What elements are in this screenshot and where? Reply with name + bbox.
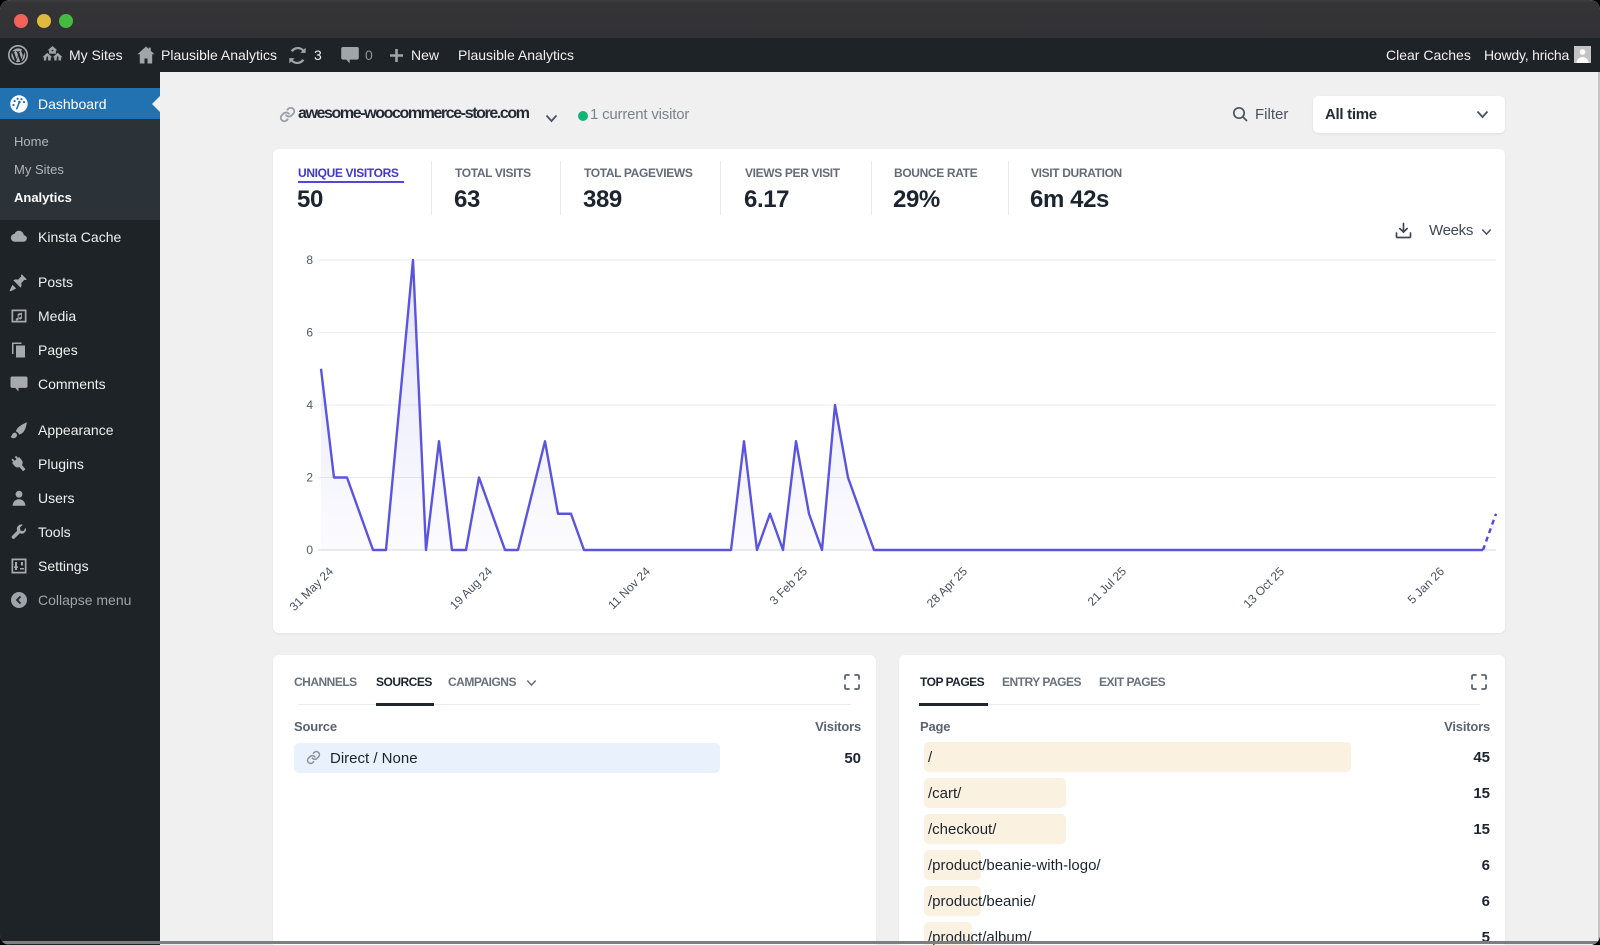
svg-text:28 Apr 25: 28 Apr 25 bbox=[924, 564, 970, 610]
svg-text:31 May 24: 31 May 24 bbox=[287, 564, 337, 614]
svg-text:0: 0 bbox=[306, 543, 313, 557]
svg-text:2: 2 bbox=[306, 471, 313, 485]
svg-text:4: 4 bbox=[306, 398, 313, 412]
svg-text:5 Jan 26: 5 Jan 26 bbox=[1405, 564, 1448, 607]
svg-text:21 Jul 25: 21 Jul 25 bbox=[1085, 564, 1130, 609]
svg-text:3 Feb 25: 3 Feb 25 bbox=[767, 564, 811, 608]
svg-text:8: 8 bbox=[306, 253, 313, 267]
svg-text:11 Nov 24: 11 Nov 24 bbox=[605, 564, 653, 612]
svg-text:6: 6 bbox=[306, 326, 313, 340]
svg-text:13 Oct 25: 13 Oct 25 bbox=[1240, 564, 1287, 611]
svg-text:19 Aug 24: 19 Aug 24 bbox=[447, 564, 495, 612]
